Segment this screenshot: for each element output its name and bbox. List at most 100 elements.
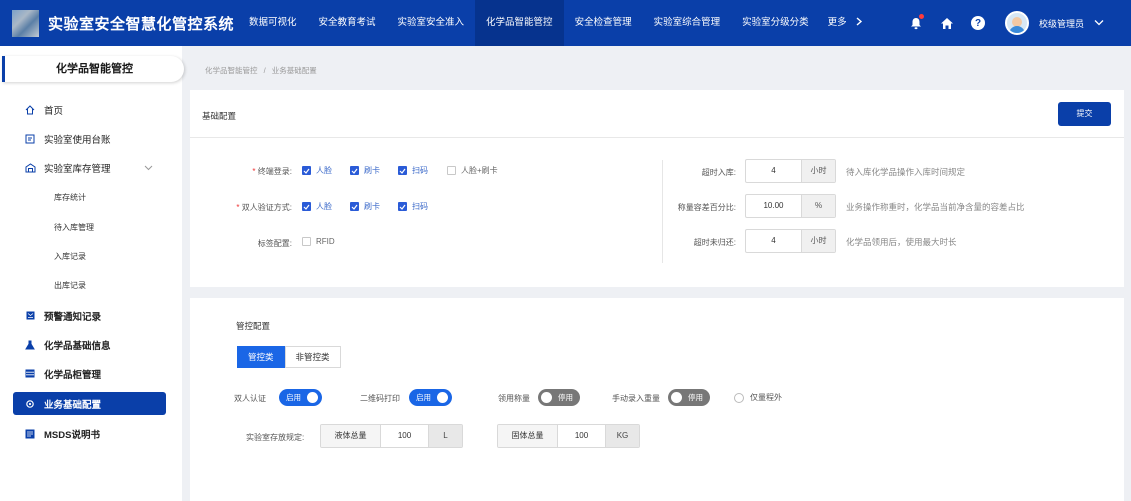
checkbox-dual-face[interactable]: 人脸 <box>302 201 332 212</box>
checkbox-terminal-face-card[interactable]: 人脸+刷卡 <box>447 165 498 176</box>
toggle-label-manual-weight: 手动录入重量 <box>612 394 660 403</box>
nav-item-lab-classification[interactable]: 实验室分级分类 <box>731 0 820 46</box>
top-bar: 实验室安全智慧化管控系统 数据可视化 安全教育考试 实验室安全准入 化学品智能管… <box>0 0 1131 46</box>
home-outline-icon <box>23 104 37 115</box>
sidebar-item-msds[interactable]: MSDS说明书 <box>13 422 166 445</box>
chevron-down-icon[interactable] <box>1094 18 1104 28</box>
timeout-return-value[interactable]: 4 <box>746 230 801 252</box>
switch-state-label: 停用 <box>558 393 573 402</box>
sidebar-subitem-out-records[interactable]: 出库记录 <box>54 280 86 291</box>
switch-knob <box>671 392 682 403</box>
sidebar-item-label: 化学品基础信息 <box>44 340 111 352</box>
tab-uncontrolled[interactable]: 非管控类 <box>284 346 341 368</box>
submit-button[interactable]: 提交 <box>1058 102 1111 126</box>
radio-out-of-range-only[interactable]: 仅量程外 <box>734 392 782 403</box>
toggle-label-dual-auth: 双人认证 <box>234 394 266 403</box>
basic-config-header: 基础配置 提交 <box>190 90 1124 138</box>
switch-knob <box>541 392 552 403</box>
checkbox-checked-icon <box>398 166 407 175</box>
timeout-in-hint: 待入库化学品操作入库时间规定 <box>846 167 966 177</box>
nav-item-lab-management[interactable]: 实验室综合管理 <box>643 0 732 46</box>
avatar[interactable] <box>1005 11 1029 35</box>
switch-dual-auth[interactable]: 启用 <box>279 389 322 406</box>
notification-bell-icon[interactable] <box>906 13 926 33</box>
sidebar-item-home[interactable]: 首页 <box>13 98 166 121</box>
breadcrumb-current: 业务基础配置 <box>271 66 317 75</box>
basic-config-title: 基础配置 <box>202 111 237 121</box>
checkbox-checked-icon <box>350 166 359 175</box>
switch-qr-print[interactable]: 启用 <box>409 389 452 406</box>
solid-total-input[interactable]: 固体总量 100 KG <box>497 424 640 448</box>
liquid-total-unit: L <box>428 425 462 447</box>
weigh-diff-label: 称量容差百分比: <box>677 203 736 212</box>
control-tabs: 管控类 非管控类 <box>237 346 341 368</box>
control-config-title: 管控配置 <box>236 321 271 331</box>
sidebar-item-ledger[interactable]: 实验室使用台账 <box>13 127 166 150</box>
checkbox-checked-icon <box>302 166 311 175</box>
checkbox-dual-scan[interactable]: 扫码 <box>398 201 428 212</box>
weigh-diff-value[interactable]: 10.00 <box>746 195 801 217</box>
chevron-down-icon[interactable] <box>144 163 153 173</box>
cabinet-icon <box>23 369 37 378</box>
checkbox-checked-icon <box>302 202 311 211</box>
nav-item-safety-inspection[interactable]: 安全检查管理 <box>564 0 643 46</box>
nav-more-label: 更多 <box>827 17 847 28</box>
tab-controlled[interactable]: 管控类 <box>237 346 285 368</box>
weigh-diff-input[interactable]: 10.00 % <box>745 194 836 218</box>
radio-unchecked-icon <box>734 392 744 403</box>
weigh-diff-unit: % <box>801 195 835 217</box>
switch-state-label: 启用 <box>286 393 301 402</box>
solid-total-value[interactable]: 100 <box>558 425 605 447</box>
help-icon[interactable]: ? <box>968 13 988 33</box>
sidebar-item-label: MSDS说明书 <box>44 429 100 441</box>
sidebar-subitem-pending-in[interactable]: 待入库管理 <box>54 222 94 233</box>
timeout-return-input[interactable]: 4 小时 <box>745 229 836 253</box>
checkbox-unchecked-icon <box>302 237 311 246</box>
nav-more-button[interactable]: 更多 <box>820 0 872 46</box>
nav-item-lab-access[interactable]: 实验室安全准入 <box>387 0 476 46</box>
liquid-total-value[interactable]: 100 <box>381 425 428 447</box>
sidebar-item-label: 实验室使用台账 <box>44 134 111 146</box>
sidebar-header: 化学品智能管控 <box>2 56 184 82</box>
gear-icon <box>23 399 37 409</box>
sidebar-item-biz-config[interactable]: 业务基础配置 <box>13 392 166 415</box>
sidebar-item-cabinet[interactable]: 化学品柜管理 <box>13 362 166 385</box>
top-right-tools: ? 校级管理员 <box>906 0 1104 46</box>
home-icon[interactable] <box>937 13 957 33</box>
timeout-in-unit: 小时 <box>801 160 835 182</box>
breadcrumb: 化学品智能管控 / 业务基础配置 <box>205 65 317 76</box>
checkbox-terminal-card[interactable]: 刷卡 <box>350 165 380 176</box>
switch-manual-weight[interactable]: 停用 <box>668 389 710 406</box>
checkbox-terminal-face[interactable]: 人脸 <box>302 165 332 176</box>
notification-dot <box>919 14 924 19</box>
liquid-total-prefix: 液体总量 <box>321 425 381 447</box>
timeout-in-label: 超时入库: <box>701 168 736 177</box>
alert-mail-icon <box>23 311 37 320</box>
storage-rule-label: 实验室存放规定: <box>246 433 305 442</box>
toggle-label-weigh-on-use: 领用称量 <box>498 394 530 403</box>
checkbox-checked-icon <box>350 202 359 211</box>
sidebar-subitem-stock-stats[interactable]: 库存统计 <box>54 192 86 203</box>
switch-weigh-on-use[interactable]: 停用 <box>538 389 580 406</box>
main-nav: 数据可视化 安全教育考试 实验室安全准入 化学品智能管控 安全检查管理 实验室综… <box>238 0 871 46</box>
username[interactable]: 校级管理员 <box>1039 17 1084 30</box>
toggle-label-qr-print: 二维码打印 <box>360 394 400 403</box>
breadcrumb-root[interactable]: 化学品智能管控 <box>205 66 258 75</box>
checkbox-rfid[interactable]: RFID <box>302 237 335 246</box>
checkbox-terminal-scan[interactable]: 扫码 <box>398 165 428 176</box>
document-icon <box>23 429 37 439</box>
timeout-in-input[interactable]: 4 小时 <box>745 159 836 183</box>
nav-item-safety-exam[interactable]: 安全教育考试 <box>308 0 387 46</box>
terminal-login-label: * 终端登录: <box>252 167 292 176</box>
app-title: 实验室安全智慧化管控系统 <box>48 16 235 33</box>
liquid-total-input[interactable]: 液体总量 100 L <box>320 424 463 448</box>
nav-item-data-visualization[interactable]: 数据可视化 <box>238 0 308 46</box>
checkbox-dual-card[interactable]: 刷卡 <box>350 201 380 212</box>
sidebar-subitem-in-records[interactable]: 入库记录 <box>54 251 86 262</box>
sidebar: 化学品智能管控 首页 实验室使用台账 实验室库存管理 库存统计 待入库管理 入库… <box>0 46 184 501</box>
sidebar-item-label: 业务基础配置 <box>44 399 102 411</box>
nav-item-chemical-control[interactable]: 化学品智能管控 <box>475 0 564 46</box>
sidebar-item-alerts[interactable]: 预警通知记录 <box>13 304 166 327</box>
timeout-in-value[interactable]: 4 <box>746 160 801 182</box>
sidebar-item-chem-info[interactable]: 化学品基础信息 <box>13 333 166 356</box>
